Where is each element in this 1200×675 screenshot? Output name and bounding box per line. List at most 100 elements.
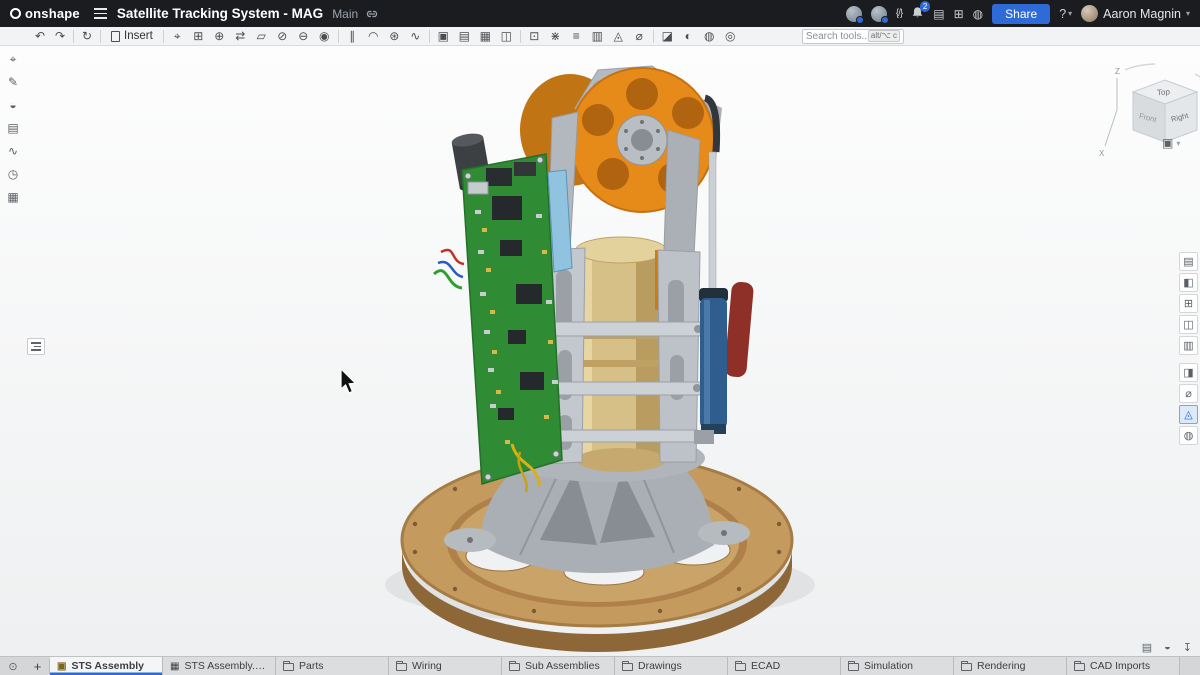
3d-viewport[interactable] (0, 46, 1200, 656)
z-axis-label: Z (1115, 67, 1120, 76)
snapshot-icon[interactable]: ⊡ (524, 28, 545, 45)
help-menu[interactable]: ? ▾ (1059, 7, 1072, 21)
slider-mate-icon[interactable]: ⇄ (230, 28, 251, 45)
viewcube-top-face: Top (1157, 87, 1171, 97)
assembly-model[interactable] (0, 46, 1200, 656)
feedback-icon[interactable]: ◒ (1164, 641, 1171, 654)
document-tab[interactable]: Wiring (389, 657, 502, 675)
display-states-panel-icon[interactable]: ◫ (1179, 315, 1198, 334)
hide-show-icon[interactable]: ◍ (699, 28, 720, 45)
share-button[interactable]: Share (992, 4, 1050, 24)
document-tabs: STS Assembly STS Assembly.x_t Parts Wiri… (50, 657, 1200, 675)
cylindrical-mate-icon[interactable]: ⊘ (272, 28, 293, 45)
history-icon[interactable]: ◷ (5, 167, 21, 181)
tab-label: STS Assembly (71, 660, 144, 672)
insert-label: Insert (124, 30, 153, 42)
notification-count-badge: 2 (920, 1, 930, 12)
search-tools-box[interactable]: alt/⌥ c (802, 29, 904, 44)
ball-mate-icon[interactable]: ◉ (314, 28, 335, 45)
isolate-icon[interactable]: ◎ (720, 28, 741, 45)
notifications-bell-icon[interactable]: 2 (911, 6, 924, 21)
tables-icon[interactable]: ▦ (5, 190, 21, 204)
hidden-tabs-icon[interactable]: ⊙ (0, 660, 26, 673)
parallel-relation-icon[interactable]: ∥ (342, 28, 363, 45)
planar-mate-icon[interactable]: ▱ (251, 28, 272, 45)
configurations-panel-icon[interactable]: ◧ (1179, 273, 1198, 292)
view-cube[interactable]: Z X Top Front Right (1095, 60, 1200, 165)
bom-panel-icon[interactable]: ▤ (1179, 252, 1198, 271)
named-positions-icon[interactable]: ≡ (566, 28, 587, 45)
measure-icon[interactable]: ⌀ (629, 28, 650, 45)
version-label[interactable]: Main (332, 7, 358, 21)
print-icon[interactable]: ▤ (1142, 641, 1152, 654)
named-views-panel-icon[interactable]: ⊞ (1179, 294, 1198, 313)
document-tab[interactable]: STS Assembly.x_t (163, 657, 276, 675)
screw-relation-icon[interactable]: ∿ (405, 28, 426, 45)
simulation-panel-icon[interactable]: ◬ (1179, 405, 1198, 424)
revolute-mate-icon[interactable]: ⊕ (209, 28, 230, 45)
document-tab-bar: ⊙ + STS Assembly STS Assembly.x_t Parts (0, 656, 1200, 675)
exploded-view-icon[interactable]: ⋇ (545, 28, 566, 45)
collaborator-avatar[interactable] (846, 6, 862, 22)
collaborator-avatar[interactable] (871, 6, 887, 22)
connections-icon[interactable]: ∿ (5, 144, 21, 158)
edit-icon[interactable]: ✎ (5, 75, 21, 89)
comments-icon[interactable]: ◒ (5, 98, 21, 112)
assembly-toolbar: ↶ ↷ ↻ Insert ⌖ ⊞ ⊕ ⇄ ▱ ⊘ ⊖ (0, 27, 1200, 46)
group-icon[interactable]: ▣ (433, 28, 454, 45)
document-tab[interactable]: ECAD (728, 657, 841, 675)
add-tab-button[interactable]: + (26, 659, 50, 674)
document-tab[interactable]: Rendering (954, 657, 1067, 675)
learning-center-icon[interactable]: ◍ (973, 8, 983, 20)
toolbar-separator (520, 30, 521, 43)
api-icon[interactable]: {/} (896, 9, 902, 19)
folder-icon (961, 663, 972, 671)
tangent-relation-icon[interactable]: ◠ (363, 28, 384, 45)
mate-connector-icon[interactable]: ⌖ (167, 28, 188, 45)
versions-history-icon[interactable]: ▤ (933, 8, 944, 20)
section-view-icon[interactable]: ◪ (657, 28, 678, 45)
pin-slot-mate-icon[interactable]: ⊖ (293, 28, 314, 45)
assembly-instances-toggle[interactable] (27, 338, 45, 355)
undo-button[interactable]: ↶ (30, 28, 50, 45)
folder-icon (509, 663, 520, 671)
linear-pattern-icon[interactable]: ▤ (454, 28, 475, 45)
share-link-icon[interactable] (365, 9, 379, 19)
search-tools-input[interactable] (806, 31, 868, 42)
panel-rail: ▤ ◧ ⊞ ◫ ▥ ◨ ⌀ ◬ ◍ (1179, 252, 1198, 445)
measure-panel-icon[interactable]: ⌀ (1179, 384, 1198, 403)
tab-label: Drawings (638, 660, 682, 672)
document-tab[interactable]: Sub Assemblies (502, 657, 615, 675)
redo-button[interactable]: ↷ (50, 28, 70, 45)
app-store-icon[interactable]: ⊞ (954, 8, 964, 20)
properties-panel-icon[interactable]: ◨ (1179, 363, 1198, 382)
document-tab[interactable]: Drawings (615, 657, 728, 675)
appearance-panel-icon[interactable]: ◍ (1179, 426, 1198, 445)
appearance-icon[interactable]: ◐ (678, 28, 699, 45)
user-account-menu[interactable]: Aaron Magnin ▾ (1081, 5, 1190, 22)
fastened-mate-icon[interactable]: ⊞ (188, 28, 209, 45)
toolbar-separator (73, 30, 74, 43)
document-tab[interactable]: Simulation (841, 657, 954, 675)
minimize-icon[interactable]: ↧ (1183, 641, 1192, 654)
gear-relation-icon[interactable]: ⊛ (384, 28, 405, 45)
mates-panel-icon[interactable]: ▥ (1179, 336, 1198, 355)
document-tab[interactable]: STS Assembly (50, 657, 163, 675)
properties-icon[interactable]: ▤ (5, 121, 21, 135)
sync-icon[interactable]: ↻ (77, 28, 97, 45)
follow-mode-icon[interactable]: ⌖ (5, 52, 21, 66)
main-menu-icon[interactable] (94, 8, 107, 18)
document-title: Satellite Tracking System - MAG (117, 6, 323, 21)
folder-icon (396, 663, 407, 671)
circular-pattern-icon[interactable]: ▦ (475, 28, 496, 45)
interference-icon[interactable]: ◬ (608, 28, 629, 45)
insert-button[interactable]: Insert (104, 30, 160, 42)
onshape-logo[interactable]: onshape (10, 6, 80, 21)
view-settings-button[interactable]: ▣ ▾ (1162, 136, 1180, 150)
document-tab[interactable]: CAD Imports (1067, 657, 1180, 675)
mirror-icon[interactable]: ◫ (496, 28, 517, 45)
bom-icon[interactable]: ▥ (587, 28, 608, 45)
onshape-logo-icon (10, 8, 21, 19)
document-tab[interactable]: Parts (276, 657, 389, 675)
viewport-status-icons: ▤ ◒ ↧ (1142, 641, 1192, 654)
